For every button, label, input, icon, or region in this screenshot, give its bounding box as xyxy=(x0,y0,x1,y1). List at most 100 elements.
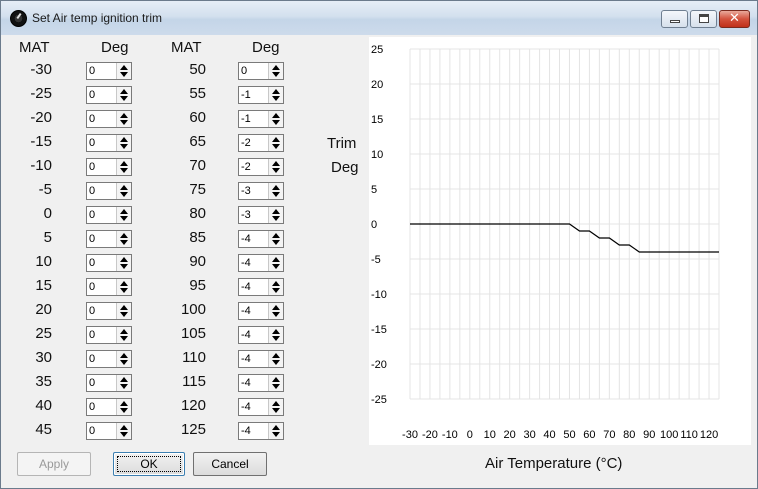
left-deg-value[interactable]: 0 xyxy=(89,400,115,414)
spin-up-icon[interactable] xyxy=(120,113,128,118)
spinner-arrows[interactable] xyxy=(116,135,131,151)
right-deg-value[interactable]: -4 xyxy=(241,352,267,366)
spin-up-icon[interactable] xyxy=(272,305,280,310)
spin-down-icon[interactable] xyxy=(120,192,128,197)
right-deg-value[interactable]: -4 xyxy=(241,304,267,318)
spin-up-icon[interactable] xyxy=(120,89,128,94)
spin-down-icon[interactable] xyxy=(120,216,128,221)
right-deg-spinner[interactable]: -3 xyxy=(238,182,284,200)
right-deg-value[interactable]: -1 xyxy=(241,88,267,102)
spinner-arrows[interactable] xyxy=(268,375,283,391)
spin-up-icon[interactable] xyxy=(120,137,128,142)
right-deg-spinner[interactable]: 0 xyxy=(238,62,284,80)
spin-up-icon[interactable] xyxy=(120,305,128,310)
right-deg-spinner[interactable]: -4 xyxy=(238,302,284,320)
spin-down-icon[interactable] xyxy=(120,72,128,77)
left-deg-spinner[interactable]: 0 xyxy=(86,110,132,128)
right-deg-value[interactable]: -3 xyxy=(241,208,267,222)
spin-down-icon[interactable] xyxy=(272,432,280,437)
spin-down-icon[interactable] xyxy=(272,360,280,365)
spin-up-icon[interactable] xyxy=(120,425,128,430)
right-deg-value[interactable]: -4 xyxy=(241,280,267,294)
right-deg-value[interactable]: -4 xyxy=(241,328,267,342)
spinner-arrows[interactable] xyxy=(268,63,283,79)
right-deg-spinner[interactable]: -4 xyxy=(238,254,284,272)
right-deg-spinner[interactable]: -4 xyxy=(238,230,284,248)
spinner-arrows[interactable] xyxy=(116,327,131,343)
spinner-arrows[interactable] xyxy=(116,303,131,319)
spin-up-icon[interactable] xyxy=(120,209,128,214)
right-deg-value[interactable]: -4 xyxy=(241,256,267,270)
spinner-arrows[interactable] xyxy=(116,255,131,271)
spinner-arrows[interactable] xyxy=(268,399,283,415)
left-deg-value[interactable]: 0 xyxy=(89,232,115,246)
right-deg-value[interactable]: -4 xyxy=(241,232,267,246)
left-deg-spinner[interactable]: 0 xyxy=(86,278,132,296)
left-deg-value[interactable]: 0 xyxy=(89,112,115,126)
cancel-button[interactable]: Cancel xyxy=(193,452,267,476)
spin-up-icon[interactable] xyxy=(120,353,128,358)
right-deg-spinner[interactable]: -2 xyxy=(238,158,284,176)
spin-up-icon[interactable] xyxy=(272,377,280,382)
spin-up-icon[interactable] xyxy=(272,401,280,406)
left-deg-spinner[interactable]: 0 xyxy=(86,374,132,392)
spinner-arrows[interactable] xyxy=(268,159,283,175)
left-deg-value[interactable]: 0 xyxy=(89,64,115,78)
left-deg-spinner[interactable]: 0 xyxy=(86,206,132,224)
spinner-arrows[interactable] xyxy=(268,351,283,367)
left-deg-spinner[interactable]: 0 xyxy=(86,254,132,272)
spin-up-icon[interactable] xyxy=(272,353,280,358)
spin-down-icon[interactable] xyxy=(120,336,128,341)
spin-up-icon[interactable] xyxy=(120,65,128,70)
left-deg-spinner[interactable]: 0 xyxy=(86,134,132,152)
spinner-arrows[interactable] xyxy=(268,207,283,223)
spinner-arrows[interactable] xyxy=(116,159,131,175)
spinner-arrows[interactable] xyxy=(116,375,131,391)
spinner-arrows[interactable] xyxy=(116,63,131,79)
left-deg-value[interactable]: 0 xyxy=(89,352,115,366)
right-deg-spinner[interactable]: -4 xyxy=(238,326,284,344)
right-deg-value[interactable]: 0 xyxy=(241,64,267,78)
left-deg-spinner[interactable]: 0 xyxy=(86,86,132,104)
spin-down-icon[interactable] xyxy=(120,432,128,437)
left-deg-value[interactable]: 0 xyxy=(89,208,115,222)
spinner-arrows[interactable] xyxy=(268,279,283,295)
spin-down-icon[interactable] xyxy=(120,408,128,413)
spin-up-icon[interactable] xyxy=(120,401,128,406)
right-deg-spinner[interactable]: -4 xyxy=(238,422,284,440)
spinner-arrows[interactable] xyxy=(268,303,283,319)
right-deg-value[interactable]: -2 xyxy=(241,136,267,150)
right-deg-spinner[interactable]: -1 xyxy=(238,86,284,104)
spin-up-icon[interactable] xyxy=(272,65,280,70)
spin-down-icon[interactable] xyxy=(120,288,128,293)
spinner-arrows[interactable] xyxy=(268,231,283,247)
spin-down-icon[interactable] xyxy=(272,288,280,293)
left-deg-value[interactable]: 0 xyxy=(89,160,115,174)
spin-up-icon[interactable] xyxy=(272,257,280,262)
right-deg-spinner[interactable]: -3 xyxy=(238,206,284,224)
spin-down-icon[interactable] xyxy=(272,120,280,125)
spin-down-icon[interactable] xyxy=(120,144,128,149)
spinner-arrows[interactable] xyxy=(268,327,283,343)
left-deg-spinner[interactable]: 0 xyxy=(86,158,132,176)
spin-up-icon[interactable] xyxy=(120,185,128,190)
left-deg-spinner[interactable]: 0 xyxy=(86,302,132,320)
spinner-arrows[interactable] xyxy=(116,207,131,223)
spin-up-icon[interactable] xyxy=(272,185,280,190)
spinner-arrows[interactable] xyxy=(116,423,131,439)
spin-down-icon[interactable] xyxy=(272,216,280,221)
left-deg-value[interactable]: 0 xyxy=(89,304,115,318)
spin-up-icon[interactable] xyxy=(120,233,128,238)
left-deg-spinner[interactable]: 0 xyxy=(86,326,132,344)
spinner-arrows[interactable] xyxy=(116,87,131,103)
right-deg-value[interactable]: -2 xyxy=(241,160,267,174)
spin-down-icon[interactable] xyxy=(120,120,128,125)
left-deg-value[interactable]: 0 xyxy=(89,280,115,294)
spinner-arrows[interactable] xyxy=(116,111,131,127)
spin-up-icon[interactable] xyxy=(272,209,280,214)
right-deg-spinner[interactable]: -4 xyxy=(238,278,284,296)
spin-down-icon[interactable] xyxy=(272,336,280,341)
spin-up-icon[interactable] xyxy=(272,233,280,238)
right-deg-spinner[interactable]: -4 xyxy=(238,350,284,368)
right-deg-value[interactable]: -3 xyxy=(241,184,267,198)
